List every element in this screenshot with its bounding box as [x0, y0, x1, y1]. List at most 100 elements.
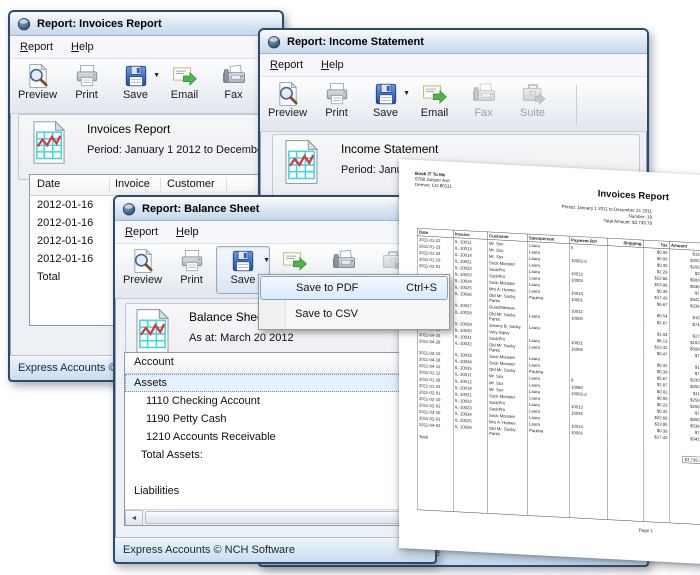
toolbar-button-icon: [471, 81, 497, 107]
window-title: Report: Invoices Report: [37, 18, 162, 30]
column-account[interactable]: Account: [134, 356, 174, 368]
account-row[interactable]: 1210 Accounts Receivable: [125, 428, 427, 446]
toolbar-button-label: Print: [180, 274, 203, 286]
titlebar-income[interactable]: Report: Income Statement: [260, 30, 647, 54]
window-title: Report: Balance Sheet: [142, 203, 259, 215]
column-separator: [226, 178, 227, 192]
list-header[interactable]: Account: [125, 353, 427, 374]
report-title: Invoices Report: [87, 122, 170, 136]
report-chart-icon: [136, 308, 169, 354]
toolbar-button-label: Save: [230, 274, 255, 286]
toolbar-button[interactable]: ▼ Suite: [508, 79, 557, 127]
app-icon: [267, 35, 281, 49]
toolbar-button-label: Fax: [474, 107, 492, 119]
list-header[interactable]: Date Invoice Customer: [30, 175, 274, 196]
toolbar-button[interactable]: ▼ Print: [312, 79, 361, 127]
printed-report-preview: Book IT To Me 5708 Juniper Ave Denver, C…: [399, 159, 700, 564]
toolbar-button[interactable]: ▼ Email: [410, 79, 459, 127]
toolbar-button-icon: [331, 248, 357, 274]
account-row[interactable]: 1110 Checking Account: [125, 392, 427, 410]
report-chart-icon: [33, 120, 65, 165]
menu-item-save-to-pdf[interactable]: Save to PDF Ctrl+S: [260, 276, 448, 300]
menubar: Report Help: [260, 54, 647, 77]
column-separator: [109, 178, 110, 192]
toolbar-button-icon: [422, 81, 448, 107]
toolbar-button[interactable]: ▼ Print: [167, 246, 216, 294]
toolbar-button-label: Save: [373, 107, 398, 119]
menu-report[interactable]: Report: [20, 41, 53, 53]
report-period: Period: January 1 2012 to December: [87, 144, 267, 156]
toolbar-separator: [576, 85, 577, 125]
toolbar-button-icon: [282, 248, 308, 274]
menu-help[interactable]: Help: [71, 41, 94, 53]
menubar: Report Help: [115, 221, 435, 244]
accounts-list[interactable]: Account Assets1110 Checking Account1190 …: [124, 352, 428, 526]
toolbar-button[interactable]: ▼ Preview: [13, 61, 62, 109]
paper-page-number: Page 1: [639, 528, 653, 534]
toolbar-button[interactable]: ▼ Preview: [118, 246, 167, 294]
toolbar-button[interactable]: ▼ Print: [62, 61, 111, 109]
company-address-block: Book IT To Me 5708 Juniper Ave Denver, C…: [415, 171, 452, 189]
account-row[interactable]: 1190 Petty Cash: [125, 410, 427, 428]
toolbar-button-icon: [130, 248, 156, 274]
column-invoice[interactable]: Invoice: [115, 178, 150, 190]
toolbar-button-icon: [123, 63, 149, 89]
dropdown-arrow-icon[interactable]: ▼: [403, 90, 410, 97]
report-title: Income Statement: [341, 142, 438, 156]
account-row[interactable]: Assets: [125, 374, 427, 392]
toolbar-button[interactable]: ▼ Email: [160, 61, 209, 109]
report-period: Period: Janu: [341, 164, 403, 176]
report-header-panel: Invoices Report Period: January 1 2012 t…: [18, 114, 274, 180]
paper-report-title: Invoices Report: [598, 188, 669, 203]
toolbar-button-label: Suite: [520, 107, 545, 119]
menu-help[interactable]: Help: [176, 226, 199, 238]
window-balance-sheet[interactable]: Report: Balance Sheet Report Help ▼ Prev…: [113, 195, 437, 564]
window-title: Report: Income Statement: [287, 36, 424, 48]
scrollbar-thumb[interactable]: [145, 511, 425, 524]
dropdown-arrow-icon[interactable]: ▼: [263, 257, 270, 264]
toolbar-button-icon: [221, 63, 247, 89]
toolbar-button-label: Print: [325, 107, 348, 119]
paper-total-amount: $3,739.79: [683, 456, 700, 464]
horizontal-scrollbar[interactable]: ◄: [125, 509, 427, 525]
report-title: Balance Sheet: [189, 310, 267, 324]
column-date[interactable]: Date: [37, 178, 60, 190]
toolbar-button-label: Email: [171, 89, 199, 101]
menu-report[interactable]: Report: [270, 59, 303, 71]
menu-item-label: Save to CSV: [295, 308, 358, 320]
toolbar-button-icon: [373, 81, 399, 107]
toolbar-button-label: Preview: [268, 107, 307, 119]
report-as-at: As at: March 20 2012: [189, 332, 294, 344]
toolbar-button[interactable]: ▼ Save: [111, 61, 160, 109]
menu-item-shortcut: Ctrl+S: [406, 282, 437, 294]
toolbar-button[interactable]: ▼ Fax: [459, 79, 508, 127]
toolbar-button-icon: [179, 248, 205, 274]
column-customer[interactable]: Customer: [167, 178, 215, 190]
account-row[interactable]: Liabilities: [125, 482, 427, 500]
status-bar: Express Accounts © NCH Software: [115, 537, 435, 562]
dropdown-arrow-icon[interactable]: ▼: [153, 72, 160, 79]
paper-total-row: Total $3,739.79: [417, 433, 700, 525]
toolbar-button-icon: [230, 248, 256, 274]
toolbar-button-icon: [25, 63, 51, 89]
column-separator: [160, 178, 161, 192]
save-dropdown-menu: Save to PDF Ctrl+S Save to CSV: [258, 274, 450, 330]
account-row[interactable]: Total Assets:: [125, 446, 427, 464]
titlebar-invoices[interactable]: Report: Invoices Report: [10, 12, 282, 36]
menu-help[interactable]: Help: [321, 59, 344, 71]
toolbar-button[interactable]: ▼ Preview: [263, 79, 312, 127]
toolbar-button-label: Save: [123, 89, 148, 101]
scroll-left-icon[interactable]: ◄: [125, 510, 143, 526]
toolbar-button-label: Fax: [224, 89, 242, 101]
toolbar-button-icon: [324, 81, 350, 107]
menu-report[interactable]: Report: [125, 226, 158, 238]
paper-invoice-table: DateInvoiceCustomerSalespersonPayment Re…: [417, 228, 700, 525]
account-row[interactable]: [125, 464, 427, 482]
menubar: Report Help: [10, 36, 282, 59]
titlebar-balance[interactable]: Report: Balance Sheet: [115, 197, 435, 221]
toolbar: ▼ Preview ▼ Print ▼ Save ▼ Email: [260, 77, 647, 132]
paper-report-meta: Period: January 1 2011 to December 31 20…: [562, 204, 652, 227]
menu-item-save-to-csv[interactable]: Save to CSV: [259, 301, 449, 327]
toolbar-button[interactable]: ▼ Save: [361, 79, 410, 127]
toolbar-button[interactable]: ▼ Fax: [209, 61, 258, 109]
